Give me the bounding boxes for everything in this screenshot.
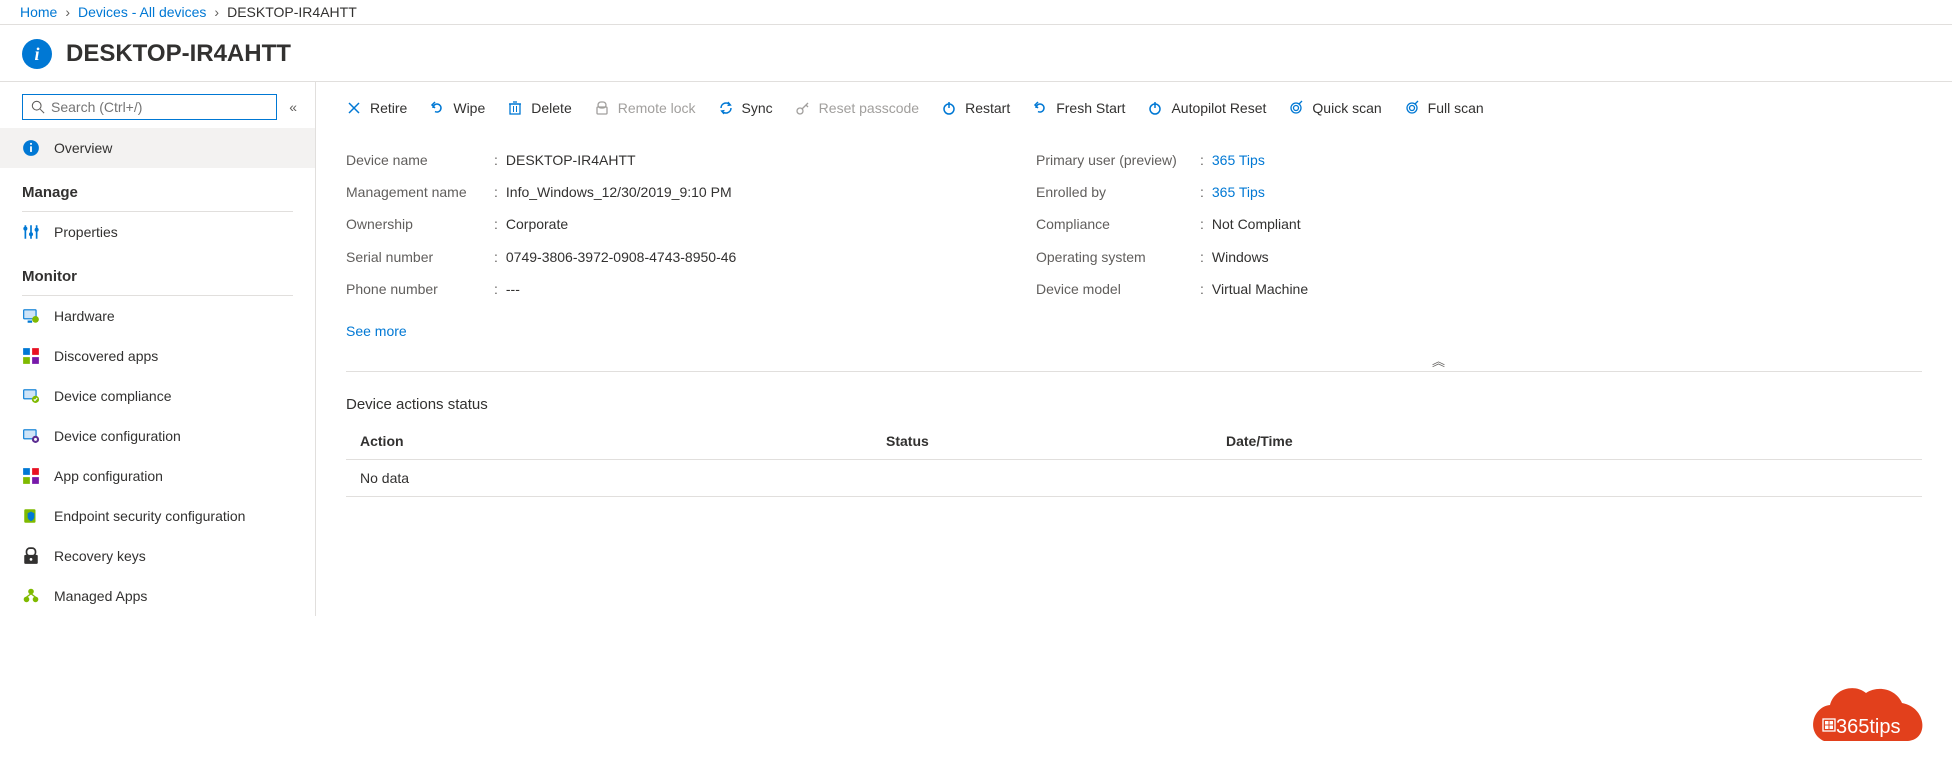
power-icon — [1147, 100, 1163, 116]
sync-button[interactable]: Sync — [718, 100, 773, 116]
prop-enrolled-by: Enrolled by : 365 Tips — [1036, 176, 1308, 208]
sidebar-label: Hardware — [54, 308, 115, 324]
see-more-link[interactable]: See more — [346, 323, 407, 339]
sliders-icon — [22, 223, 40, 241]
power-icon — [941, 100, 957, 116]
device-actions-section: Device actions status Action Status Date… — [316, 372, 1952, 497]
breadcrumb-devices[interactable]: Devices - All devices — [78, 4, 206, 20]
properties-panel: Device name : DESKTOP-IR4AHTT Management… — [316, 130, 1952, 357]
primary-user-link[interactable]: 365 Tips — [1212, 144, 1265, 176]
prop-serial-number: Serial number : 0749-3806-3972-0908-4743… — [346, 241, 1036, 273]
reset-passcode-button: Reset passcode — [795, 100, 919, 116]
restart-button[interactable]: Restart — [941, 100, 1010, 116]
sync-icon — [718, 100, 734, 116]
table-header: Action Status Date/Time — [346, 433, 1922, 460]
sidebar-label: App configuration — [54, 468, 163, 484]
apps-icon — [22, 347, 40, 365]
sidebar-properties[interactable]: Properties — [0, 212, 315, 252]
sidebar-app-configuration[interactable]: App configuration — [0, 456, 315, 496]
retire-button[interactable]: Retire — [346, 100, 407, 116]
delete-button[interactable]: Delete — [507, 100, 571, 116]
sidebar-recovery-keys[interactable]: Recovery keys — [0, 536, 315, 576]
undo-icon — [429, 100, 445, 116]
prop-primary-user: Primary user (preview) : 365 Tips — [1036, 144, 1308, 176]
content-area: Retire Wipe Delete Remote lock Sync Rese… — [316, 82, 1952, 616]
sidebar-hardware[interactable]: Hardware — [0, 296, 315, 336]
key-icon — [22, 547, 40, 565]
lock-icon — [594, 100, 610, 116]
autopilot-reset-button[interactable]: Autopilot Reset — [1147, 100, 1266, 116]
apps-icon — [22, 467, 40, 485]
fresh-start-button[interactable]: Fresh Start — [1032, 100, 1125, 116]
section-title: Device actions status — [346, 396, 1922, 413]
breadcrumb-home[interactable]: Home — [20, 4, 57, 20]
col-status[interactable]: Status — [886, 433, 1226, 449]
info-icon: i — [22, 39, 52, 69]
chevron-right-icon: › — [65, 4, 70, 20]
search-box[interactable] — [22, 94, 277, 120]
enrolled-by-link[interactable]: 365 Tips — [1212, 176, 1265, 208]
monitor-icon — [22, 307, 40, 325]
page-header: i DESKTOP-IR4AHTT — [0, 25, 1952, 82]
remote-lock-button: Remote lock — [594, 100, 696, 116]
collapse-properties[interactable]: ︽ — [316, 357, 1952, 371]
scan-icon — [1404, 100, 1420, 116]
managed-apps-icon — [22, 587, 40, 605]
col-action[interactable]: Action — [346, 433, 886, 449]
quick-scan-button[interactable]: Quick scan — [1288, 100, 1381, 116]
sidebar-discovered-apps[interactable]: Discovered apps — [0, 336, 315, 376]
sidebar-label: Managed Apps — [54, 588, 147, 604]
x-icon — [346, 100, 362, 116]
undo-icon — [1032, 100, 1048, 116]
table-no-data: No data — [346, 460, 1922, 497]
full-scan-button[interactable]: Full scan — [1404, 100, 1484, 116]
sidebar-endpoint-security[interactable]: Endpoint security configuration — [0, 496, 315, 536]
page-title: DESKTOP-IR4AHTT — [66, 40, 291, 68]
scan-icon — [1288, 100, 1304, 116]
sidebar-label: Discovered apps — [54, 348, 158, 364]
sidebar-overview[interactable]: Overview — [0, 128, 315, 168]
sidebar-label: Recovery keys — [54, 548, 146, 564]
monitor-check-icon — [22, 387, 40, 405]
sidebar-label: Overview — [54, 140, 112, 156]
sidebar-managed-apps[interactable]: Managed Apps — [0, 576, 315, 616]
sidebar: « Overview Manage Properties Monitor Har… — [0, 82, 316, 616]
prop-device-model: Device model : Virtual Machine — [1036, 273, 1308, 305]
sidebar-device-configuration[interactable]: Device configuration — [0, 416, 315, 456]
prop-management-name: Management name : Info_Windows_12/30/201… — [346, 176, 1036, 208]
sidebar-manage-header: Manage — [0, 168, 315, 211]
search-input[interactable] — [51, 99, 268, 115]
col-datetime[interactable]: Date/Time — [1226, 433, 1293, 449]
prop-os: Operating system : Windows — [1036, 241, 1308, 273]
prop-compliance: Compliance : Not Compliant — [1036, 208, 1308, 240]
toolbar: Retire Wipe Delete Remote lock Sync Rese… — [316, 82, 1952, 130]
logo-badge: 365tips — [1794, 681, 1934, 770]
breadcrumb: Home › Devices - All devices › DESKTOP-I… — [0, 0, 1952, 25]
svg-text:365tips: 365tips — [1836, 716, 1901, 738]
prop-phone-number: Phone number : --- — [346, 273, 1036, 305]
search-icon — [31, 100, 45, 114]
breadcrumb-current: DESKTOP-IR4AHTT — [227, 4, 357, 20]
prop-ownership: Ownership : Corporate — [346, 208, 1036, 240]
chevron-right-icon: › — [214, 4, 219, 20]
trash-icon — [507, 100, 523, 116]
sidebar-device-compliance[interactable]: Device compliance — [0, 376, 315, 416]
key-icon — [795, 100, 811, 116]
sidebar-label: Properties — [54, 224, 118, 240]
actions-table: Action Status Date/Time No data — [346, 433, 1922, 497]
info-icon — [22, 139, 40, 157]
monitor-gear-icon — [22, 427, 40, 445]
shield-icon — [22, 507, 40, 525]
wipe-button[interactable]: Wipe — [429, 100, 485, 116]
sidebar-monitor-header: Monitor — [0, 252, 315, 295]
prop-device-name: Device name : DESKTOP-IR4AHTT — [346, 144, 1036, 176]
sidebar-label: Endpoint security configuration — [54, 508, 245, 524]
chevron-up-icon: ︽ — [1432, 351, 1442, 370]
sidebar-label: Device configuration — [54, 428, 181, 444]
sidebar-label: Device compliance — [54, 388, 172, 404]
collapse-sidebar-button[interactable]: « — [289, 99, 297, 115]
